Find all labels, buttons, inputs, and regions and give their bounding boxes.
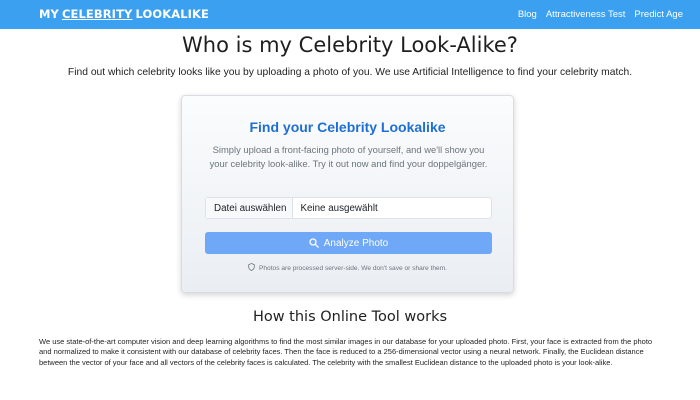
intro-text: Find out which celebrity looks like you … — [67, 67, 633, 78]
nav-link-blog[interactable]: Blog — [518, 9, 537, 20]
how-it-works-text: We use state-of-the-art computer vision … — [39, 337, 653, 367]
analyze-photo-button[interactable]: Analyze Photo — [205, 232, 492, 254]
brand-part-2: CELEBRITY — [61, 7, 133, 21]
file-status: Keine ausgewählt — [300, 202, 378, 214]
brand-logo[interactable]: MY CELEBRITY LOOKALIKE — [39, 7, 209, 21]
search-icon — [309, 238, 319, 248]
how-it-works-title: How this Online Tool works — [252, 309, 448, 325]
nav-links: Blog Attractiveness Test Predict Age — [518, 9, 683, 20]
analyze-photo-label: Analyze Photo — [323, 237, 389, 249]
brand-part-1: MY — [39, 7, 59, 21]
nav-link-predict-age[interactable]: Predict Age — [634, 9, 683, 20]
page-title: Who is my Celebrity Look-Alike? — [182, 33, 518, 57]
nav-link-attractiveness-test[interactable]: Attractiveness Test — [546, 9, 626, 20]
choose-file-button[interactable]: Datei auswählen — [206, 198, 294, 218]
navbar: MY CELEBRITY LOOKALIKE Blog Attractiveness… — [0, 0, 700, 29]
brand-part-3: LOOKALIKE — [135, 7, 209, 21]
shield-icon — [248, 263, 255, 273]
privacy-note-text: Photos are processed server-side. We don… — [258, 264, 448, 272]
card-title: Find your Celebrity Lookalike — [249, 119, 446, 135]
privacy-note: Photos are processed server-side. We don… — [182, 263, 513, 273]
card-description: Simply upload a front-facing photo of yo… — [209, 144, 488, 169]
file-input[interactable]: Datei auswählen Keine ausgewählt — [205, 197, 492, 219]
upload-card: Find your Celebrity Lookalike Simply upl… — [181, 95, 514, 293]
